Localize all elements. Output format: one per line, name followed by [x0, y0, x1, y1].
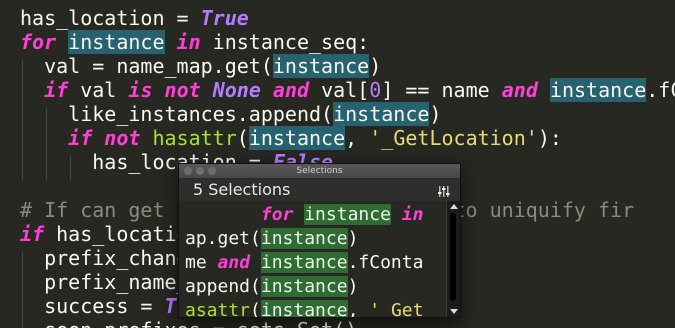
selected-token: instance: [333, 102, 430, 126]
code-token: success =: [20, 294, 165, 318]
selected-token: instance: [68, 30, 165, 54]
code-token: if not: [68, 126, 141, 150]
code-token: ): [347, 228, 359, 249]
code-line: like_instances.append(instance): [20, 102, 441, 126]
code-token: in: [401, 204, 424, 225]
code-token: in: [176, 30, 201, 54]
code-token: ): [369, 54, 382, 78]
code-token: val = name_map.get(: [20, 54, 273, 78]
selection-list-item: for instance in: [185, 203, 423, 227]
code-token: (: [250, 300, 261, 317]
code-token: ): [347, 276, 359, 297]
code-token: is not: [128, 78, 201, 102]
code-token: hasattr: [152, 126, 237, 150]
code-token: ,: [347, 300, 370, 317]
code-line: if has_locatio: [20, 222, 189, 246]
scroll-up-arrow-icon[interactable]: [450, 204, 458, 209]
scroll-thumb[interactable]: [450, 213, 456, 301]
code-token: prefix_chang: [20, 246, 189, 270]
code-token: append(: [185, 276, 261, 297]
code-token: .fCo: [646, 78, 675, 102]
code-token: has_locatio: [44, 222, 189, 246]
selected-token: instance: [260, 276, 348, 297]
selection-list-item: me and instance.fConta: [185, 251, 423, 275]
selection-list-item: ap.get(instance): [185, 227, 358, 251]
selected-token: instance: [549, 78, 647, 102]
selected-token: instance: [260, 252, 348, 273]
code-token: and: [501, 78, 538, 102]
code-token: 0: [369, 78, 382, 102]
code-token: and: [272, 78, 310, 102]
selected-token: instance: [248, 126, 346, 150]
code-line: val = name_map.get(instance): [20, 54, 381, 78]
code-token: .fConta: [347, 252, 424, 273]
selection-count: 5 Selections: [193, 180, 291, 199]
code-token: like_instances.append(: [20, 102, 334, 126]
popup-window-title: Selections: [296, 166, 343, 176]
selections-list[interactable]: for instance in ap.get(instance) me and in…: [179, 201, 447, 317]
code-line: if not hasattr(instance, '_GetLocation')…: [20, 126, 562, 150]
code-token: ,: [345, 126, 370, 150]
code-line: for instance in instance_seq:: [20, 30, 369, 54]
selection-list-item: append(instance): [185, 275, 358, 299]
code-token: val[: [309, 78, 370, 102]
code-line: has_location = True: [20, 6, 249, 30]
code-token: seen_prefixes = sets.Set(): [20, 318, 357, 328]
code-token: (: [236, 126, 249, 150]
code-token: if: [44, 78, 69, 102]
code-token: '_GetLocation': [369, 126, 538, 150]
code-token: '_Get: [369, 300, 424, 317]
popup-header: 5 Selections: [179, 179, 460, 201]
code-token: and: [217, 252, 251, 273]
code-token: has_location =: [20, 6, 201, 30]
selections-popup[interactable]: Selections 5 Selections for instance in a…: [178, 163, 461, 318]
scroll-down-arrow-icon[interactable]: [450, 309, 458, 314]
code-token: # If can get l: [20, 198, 189, 222]
code-token: ] == name: [381, 78, 502, 102]
code-token: True: [200, 6, 249, 30]
code-line: prefix_chang: [20, 246, 189, 270]
code-token: for: [260, 204, 294, 225]
code-line: prefix_name_: [20, 270, 189, 294]
selected-token: instance: [260, 300, 348, 317]
code-editor[interactable]: has_location = True for instance in insta…: [0, 0, 675, 328]
popup-titlebar[interactable]: Selections: [179, 164, 460, 179]
selection-list-item: asattr(instance, '_Get: [185, 299, 423, 317]
sliders-icon[interactable]: [438, 183, 450, 197]
code-token: instance_seq:: [200, 30, 370, 54]
selected-token: instance: [260, 228, 348, 249]
selected-token: instance: [304, 204, 391, 225]
code-line: if val is not None and val[0] == name an…: [20, 78, 675, 102]
code-line: success = Tr: [20, 294, 189, 318]
code-token: None: [212, 78, 261, 102]
code-token: ): [429, 102, 442, 126]
code-token: for: [20, 30, 69, 54]
selected-token: instance: [272, 54, 370, 78]
code-token: prefix_name_: [20, 270, 189, 294]
popup-scrollbar[interactable]: [446, 201, 460, 317]
code-token: ):: [537, 126, 562, 150]
code-token: me: [185, 252, 218, 273]
code-token: val: [68, 78, 129, 102]
code-token: if: [20, 222, 45, 246]
code-token: ap.get(: [185, 228, 261, 249]
code-line: seen_prefixes = sets.Set(): [20, 318, 357, 328]
code-token: asattr: [185, 300, 251, 317]
